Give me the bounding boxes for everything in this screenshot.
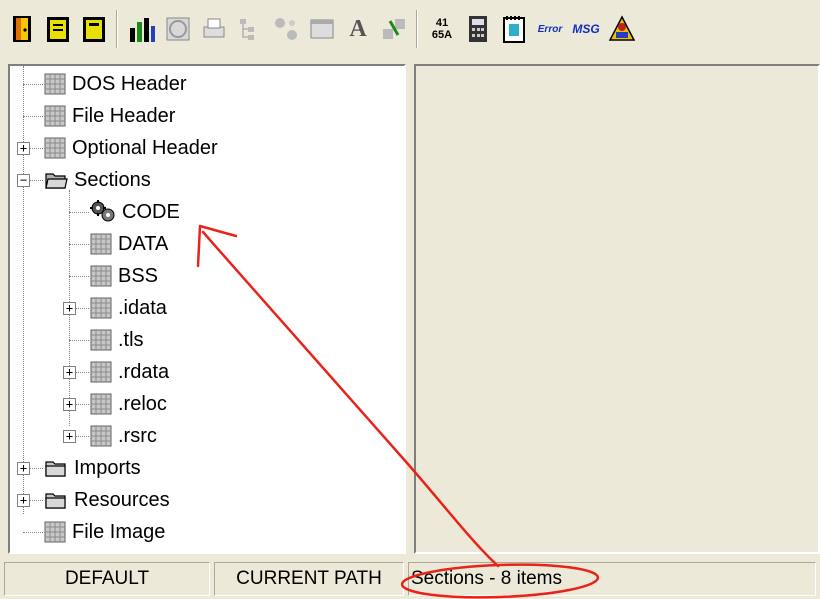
grid-page-icon — [44, 137, 66, 159]
tree-item-label: .rdata — [118, 360, 170, 383]
tree-item-label: BSS — [118, 264, 159, 287]
print-icon[interactable] — [196, 10, 232, 48]
detail-pane[interactable] — [414, 64, 820, 554]
window-icon[interactable] — [304, 10, 340, 48]
toolbar-separator — [116, 10, 118, 48]
tree-item-rsrc[interactable]: .rsrc — [90, 420, 157, 452]
tree-item-data[interactable]: DATA — [90, 228, 168, 260]
grid-page-icon — [44, 105, 66, 127]
tree-item-reloc[interactable]: .reloc — [90, 388, 167, 420]
grid-page-icon — [44, 521, 66, 543]
tree-item-label: .reloc — [118, 392, 167, 415]
grid-page-icon — [90, 361, 112, 383]
hex-convert-icon[interactable]: 41 65A — [424, 10, 460, 48]
grid-page-icon — [44, 73, 66, 95]
tree-item-label: .rsrc — [118, 424, 157, 447]
tree-item-file-header[interactable]: File Header — [44, 100, 175, 132]
error-lookup-icon[interactable]: Error — [532, 10, 568, 48]
expand-imports-button[interactable]: + — [17, 462, 30, 475]
expand-reloc-button[interactable]: + — [63, 398, 76, 411]
tree-item-sections[interactable]: Sections — [44, 164, 151, 196]
tree-item-label: CODE — [122, 200, 180, 223]
tree-item-label: Resources — [74, 488, 170, 511]
message-lookup-icon[interactable]: MSG — [568, 10, 604, 48]
grid-page-icon — [90, 329, 112, 351]
open-file-icon[interactable] — [40, 10, 76, 48]
tree-item-optional-header[interactable]: Optional Header — [44, 132, 218, 164]
tree-item-file-image[interactable]: File Image — [44, 516, 165, 548]
tree-item-code[interactable]: CODE — [90, 196, 180, 228]
tree-item-label: File Header — [72, 104, 176, 127]
expand-rdata-button[interactable]: + — [63, 366, 76, 379]
error-lookup-label: Error — [537, 23, 563, 35]
collapse-sections-button[interactable]: − — [17, 174, 30, 187]
tree-item-rdata[interactable]: .rdata — [90, 356, 169, 388]
status-bar: DEFAULT CURRENT PATH Sections - 8 items — [0, 558, 820, 599]
tree-item-bss[interactable]: BSS — [90, 260, 158, 292]
exit-door-icon[interactable] — [4, 10, 40, 48]
status-current-path-label: CURRENT PATH — [236, 568, 382, 589]
tree-item-label: .idata — [118, 296, 167, 319]
status-default: DEFAULT — [4, 562, 210, 596]
expand-idata-button[interactable]: + — [63, 302, 76, 315]
status-current-path: CURRENT PATH — [214, 562, 404, 596]
folder-icon — [45, 493, 66, 509]
tree-item-label: Imports — [74, 456, 141, 479]
tree-view[interactable]: + − + + + + + + DOS Header File Header O… — [8, 64, 406, 554]
expand-optional-header-button[interactable]: + — [17, 142, 30, 155]
toolbar: A 41 65A Error MSG — [0, 0, 820, 58]
notepad-icon[interactable] — [496, 10, 532, 48]
globe-icon[interactable] — [160, 10, 196, 48]
expand-resources-button[interactable]: + — [17, 494, 30, 507]
grid-page-icon — [90, 393, 112, 415]
tree-item-label: DOS Header — [72, 72, 187, 95]
tree-item-imports[interactable]: Imports — [44, 452, 141, 484]
status-info: Sections - 8 items — [408, 562, 816, 596]
grid-page-icon — [90, 265, 112, 287]
gears-icon — [90, 200, 115, 222]
folder-icon — [45, 461, 66, 477]
expand-rsrc-button[interactable]: + — [63, 430, 76, 443]
help-icon[interactable] — [604, 10, 640, 48]
tree-item-idata[interactable]: .idata — [90, 292, 167, 324]
toolbar-separator — [416, 10, 418, 48]
hex-convert-top: 41 — [435, 17, 449, 29]
bar-chart-icon[interactable] — [124, 10, 160, 48]
font-icon[interactable]: A — [340, 10, 376, 48]
status-info-label: Sections - 8 items — [411, 568, 562, 589]
calculator-icon[interactable] — [460, 10, 496, 48]
grid-page-icon — [90, 297, 112, 319]
tree-item-label: File Image — [72, 520, 166, 543]
folder-open-icon — [45, 173, 68, 189]
grid-page-icon — [90, 425, 112, 447]
tree-item-dos-header[interactable]: DOS Header — [44, 68, 187, 100]
grid-page-icon — [90, 233, 112, 255]
hex-convert-bottom: 65A — [431, 29, 453, 41]
save-file-icon[interactable] — [76, 10, 112, 48]
dependencies-icon[interactable] — [268, 10, 304, 48]
message-lookup-label: MSG — [572, 22, 600, 36]
tree-icon[interactable] — [232, 10, 268, 48]
tree-item-label: Sections — [74, 168, 151, 191]
tree-item-label: Optional Header — [72, 136, 218, 159]
transfer-icon[interactable] — [376, 10, 412, 48]
tree-item-tls[interactable]: .tls — [90, 324, 144, 356]
tree-item-resources[interactable]: Resources — [44, 484, 170, 516]
tree-item-label: .tls — [118, 328, 144, 351]
status-default-label: DEFAULT — [64, 568, 150, 589]
tree-item-label: DATA — [118, 232, 169, 255]
